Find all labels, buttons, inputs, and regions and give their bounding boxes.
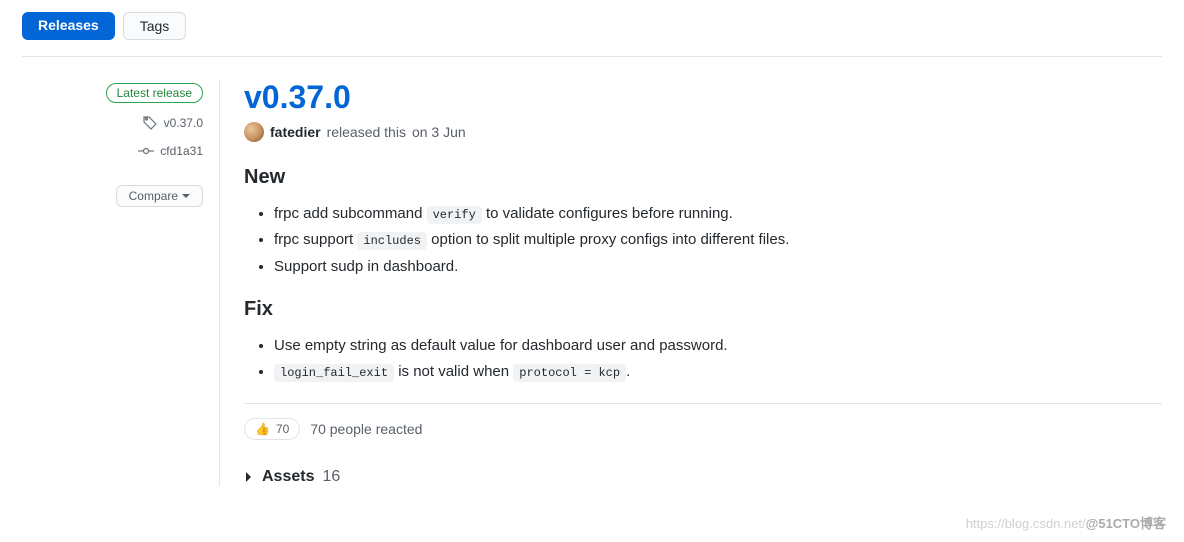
compare-label: Compare — [129, 189, 178, 203]
watermark-bold: @51CTO博客 — [1086, 516, 1166, 531]
text: is not valid when — [394, 363, 513, 380]
tag-line[interactable]: v0.37.0 — [142, 115, 203, 131]
text: frpc support — [274, 231, 357, 248]
reactions-summary: 70 people reacted — [310, 421, 422, 437]
section-fix-heading: Fix — [244, 298, 1162, 321]
text: . — [626, 363, 630, 380]
assets-toggle[interactable]: Assets 16 — [244, 468, 1162, 486]
list-item: Support sudp in dashboard. — [274, 254, 1162, 280]
tab-tags[interactable]: Tags — [123, 12, 187, 40]
code: verify — [427, 206, 482, 224]
new-list: frpc add subcommand verify to validate c… — [244, 201, 1162, 280]
author-line: fatedier released this on 3 Jun — [244, 122, 1162, 142]
fix-list: Use empty string as default value for da… — [244, 333, 1162, 386]
code: protocol = kcp — [513, 364, 626, 382]
list-item: Use empty string as default value for da… — [274, 333, 1162, 359]
sidebar: Latest release v0.37.0 cfd1a31 Compare — [22, 79, 220, 486]
tabs-row: Releases Tags — [22, 12, 1162, 57]
commit-line[interactable]: cfd1a31 — [138, 143, 203, 159]
tag-text: v0.37.0 — [164, 116, 203, 130]
main: v0.37.0 fatedier released this on 3 Jun … — [220, 79, 1162, 486]
divider — [244, 403, 1162, 404]
chevron-down-icon — [182, 194, 190, 199]
compare-button[interactable]: Compare — [116, 185, 203, 207]
avatar[interactable] — [244, 122, 264, 142]
release-date: on 3 Jun — [412, 124, 466, 140]
text: Use empty string as default value for da… — [274, 337, 728, 354]
thumbsup-icon: 👍 — [255, 422, 270, 436]
commit-icon — [138, 143, 154, 159]
released-text: released this — [327, 124, 406, 140]
assets-label: Assets — [262, 468, 314, 486]
code: includes — [357, 232, 427, 250]
release-title[interactable]: v0.37.0 — [244, 79, 1162, 116]
tab-releases[interactable]: Releases — [22, 12, 115, 40]
chevron-right-icon — [244, 472, 254, 482]
list-item: frpc add subcommand verify to validate c… — [274, 201, 1162, 227]
thumbsup-count: 70 — [276, 422, 289, 436]
commit-sha: cfd1a31 — [160, 144, 203, 158]
list-item: login_fail_exit is not valid when protoc… — [274, 359, 1162, 385]
text: Support sudp in dashboard. — [274, 258, 458, 275]
code: login_fail_exit — [274, 364, 394, 382]
latest-release-badge: Latest release — [106, 83, 203, 103]
text: to validate configures before running. — [482, 205, 733, 222]
watermark: https://blog.csdn.net/@51CTO博客 — [966, 513, 1166, 532]
assets-count: 16 — [322, 468, 340, 486]
watermark-url: https://blog.csdn.net/ — [966, 516, 1086, 531]
text: option to split multiple proxy configs i… — [427, 231, 789, 248]
author-name[interactable]: fatedier — [270, 124, 321, 140]
content: Latest release v0.37.0 cfd1a31 Compare v… — [22, 79, 1162, 486]
section-new-heading: New — [244, 166, 1162, 189]
text: frpc add subcommand — [274, 205, 427, 222]
reaction-thumbsup[interactable]: 👍 70 — [244, 418, 300, 440]
reactions-row: 👍 70 70 people reacted — [244, 418, 1162, 440]
list-item: frpc support includes option to split mu… — [274, 227, 1162, 253]
tag-icon — [142, 115, 158, 131]
